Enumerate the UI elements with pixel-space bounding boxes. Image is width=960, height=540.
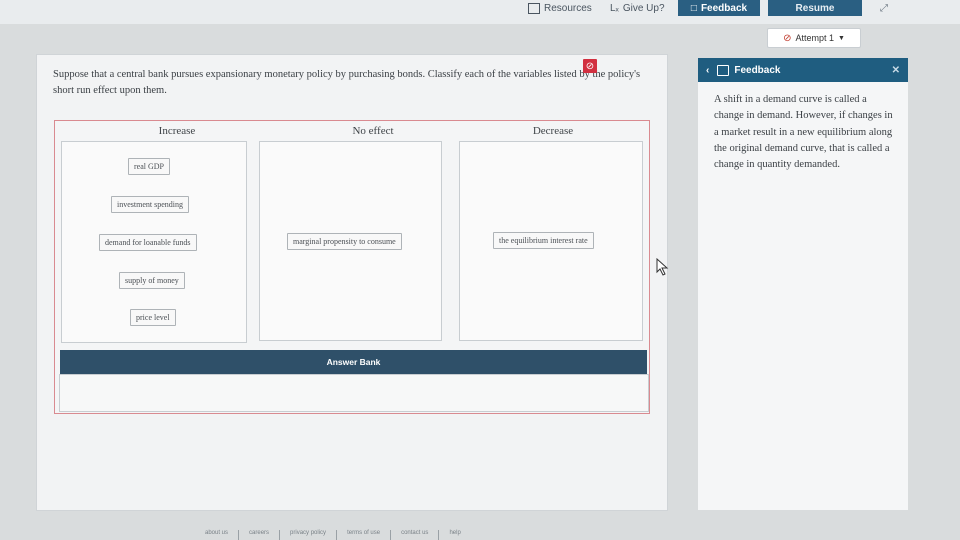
chip-equilibrium-interest-rate[interactable]: the equilibrium interest rate — [493, 232, 594, 249]
caret-down-icon: ▼ — [837, 34, 845, 42]
resume-button[interactable]: Resume — [768, 0, 862, 16]
column-header-decrease: Decrease — [532, 125, 574, 137]
footer-link-about[interactable]: about us — [205, 530, 228, 540]
footer-link-contact[interactable]: contact us — [390, 530, 428, 540]
top-toolbar: Resources Lₓ Give Up? □ Feedback Resume … — [0, 0, 960, 24]
resources-icon — [528, 2, 540, 14]
expand-icon[interactable]: ⤢ — [880, 0, 888, 16]
chip-supply-of-money[interactable]: supply of money — [119, 272, 185, 289]
answer-bank-area[interactable] — [59, 374, 649, 412]
mouse-cursor-icon — [656, 258, 669, 276]
footer-link-help[interactable]: help — [438, 530, 461, 540]
chat-icon: □ — [690, 2, 697, 14]
close-icon[interactable]: ✕ — [892, 65, 900, 76]
give-up-icon: Lₓ — [610, 2, 619, 14]
feedback-button[interactable]: □ Feedback — [678, 0, 760, 16]
chevron-left-icon[interactable]: ‹ — [706, 65, 709, 76]
question-text: Suppose that a central bank pursues expa… — [53, 69, 641, 97]
feedback-panel: ‹ Feedback ✕ A shift in a demand curve i… — [698, 58, 908, 510]
feedback-text: A shift in a demand curve is called a ch… — [714, 94, 893, 171]
answer-bank-header: Answer Bank — [60, 350, 647, 374]
chip-demand-loanable-funds[interactable]: demand for loanable funds — [99, 234, 197, 251]
reset-icon[interactable]: ⊘ — [583, 59, 597, 73]
footer-link-careers[interactable]: careers — [238, 530, 269, 540]
chip-price-level[interactable]: price level — [130, 309, 176, 326]
footer-link-privacy[interactable]: privacy policy — [279, 530, 326, 540]
chip-marginal-propensity[interactable]: marginal propensity to consume — [287, 233, 402, 250]
give-up-button[interactable]: Lₓ Give Up? — [610, 0, 665, 16]
question-card: Suppose that a central bank pursues expa… — [36, 54, 668, 511]
feedback-panel-title: Feedback — [734, 64, 781, 76]
column-header-increase: Increase — [158, 125, 196, 137]
column-header-no-effect: No effect — [352, 125, 394, 137]
ban-icon: ⊘ — [783, 32, 792, 44]
attempt-dropdown[interactable]: ⊘ Attempt 1 ▼ — [767, 28, 861, 48]
feedback-panel-header: ‹ Feedback ✕ — [698, 58, 908, 82]
footer-link-terms[interactable]: terms of use — [336, 530, 380, 540]
feedback-icon — [717, 64, 730, 76]
resources-button[interactable]: Resources — [528, 0, 592, 16]
footer-links: about us careers privacy policy terms of… — [205, 530, 461, 540]
chip-real-gdp[interactable]: real GDP — [128, 158, 170, 175]
chip-investment-spending[interactable]: investment spending — [111, 196, 189, 213]
